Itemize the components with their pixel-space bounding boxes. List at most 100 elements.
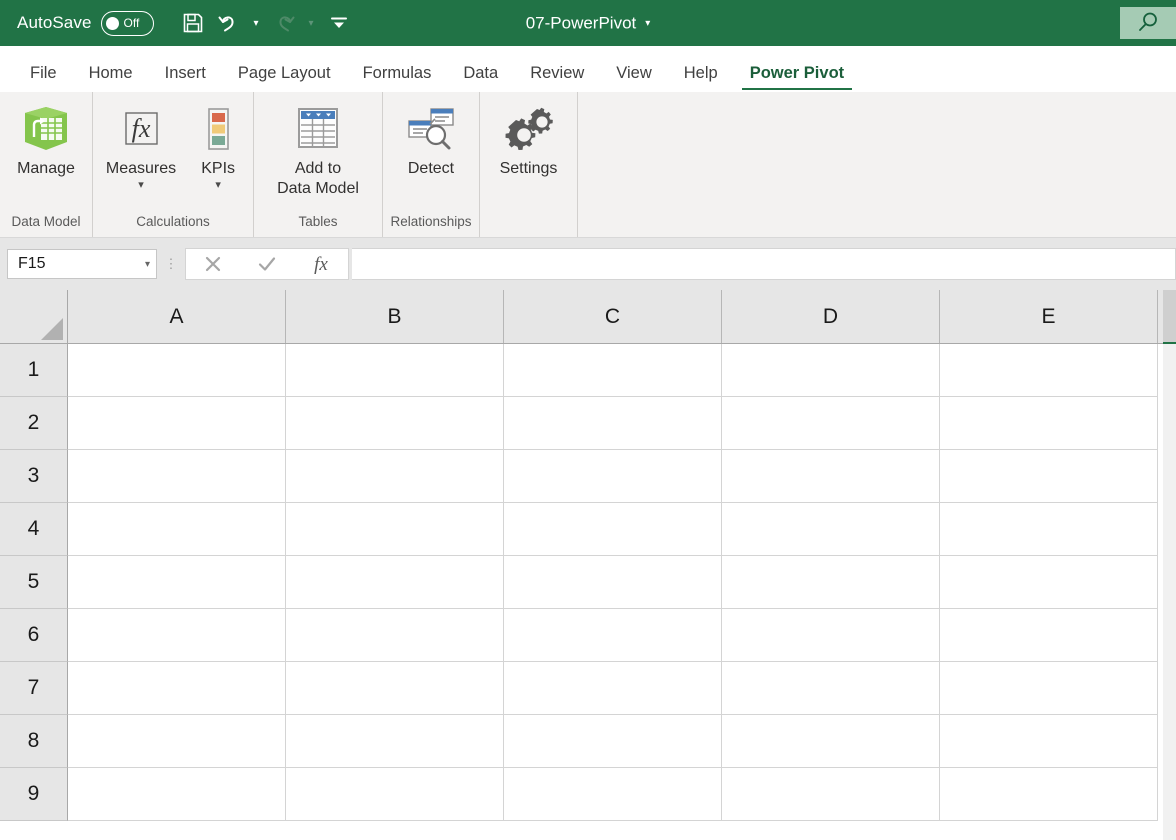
cell-a4[interactable] <box>68 503 286 556</box>
cell-a8[interactable] <box>68 715 286 768</box>
cell-e4[interactable] <box>940 503 1158 556</box>
cell-d7[interactable] <box>722 662 940 715</box>
detect-button[interactable]: Detect <box>392 101 470 179</box>
cell-a6[interactable] <box>68 609 286 662</box>
row-header-4[interactable]: 4 <box>0 503 68 556</box>
cell-c8[interactable] <box>504 715 722 768</box>
column-header-d[interactable]: D <box>722 290 940 343</box>
cell-b3[interactable] <box>286 450 504 503</box>
name-box[interactable]: F15 ▾ <box>7 249 157 279</box>
cell-d3[interactable] <box>722 450 940 503</box>
cell-d8[interactable] <box>722 715 940 768</box>
undo-dropdown-button[interactable]: ▾ <box>248 7 265 39</box>
cell-b4[interactable] <box>286 503 504 556</box>
redo-dropdown-button[interactable]: ▾ <box>303 7 320 39</box>
save-button[interactable] <box>176 6 210 40</box>
vertical-scrollbar-thumb[interactable] <box>1163 290 1176 344</box>
cell-c9[interactable] <box>504 768 722 821</box>
add-to-data-model-button[interactable]: Add to Data Model <box>267 101 369 200</box>
search-icon <box>1139 12 1157 31</box>
cell-e9[interactable] <box>940 768 1158 821</box>
cell-e3[interactable] <box>940 450 1158 503</box>
tab-help[interactable]: Help <box>668 64 734 92</box>
cell-b6[interactable] <box>286 609 504 662</box>
ribbon-group-tables: Add to Data Model Tables <box>254 92 383 237</box>
measures-dropdown-caret-icon[interactable]: ▾ <box>138 180 144 191</box>
autosave-control[interactable]: AutoSave Off <box>17 10 154 36</box>
name-box-dropdown-caret-icon[interactable]: ▾ <box>145 259 150 270</box>
row-header-8[interactable]: 8 <box>0 715 68 768</box>
cell-e1[interactable] <box>940 344 1158 397</box>
manage-button[interactable]: Manage <box>7 101 85 179</box>
cell-d6[interactable] <box>722 609 940 662</box>
tab-home[interactable]: Home <box>73 64 149 92</box>
cell-a1[interactable] <box>68 344 286 397</box>
autosave-toggle[interactable]: Off <box>100 10 154 36</box>
row-header-2[interactable]: 2 <box>0 397 68 450</box>
cell-c1[interactable] <box>504 344 722 397</box>
column-header-e[interactable]: E <box>940 290 1158 343</box>
kpis-dropdown-caret-icon[interactable]: ▾ <box>215 180 221 191</box>
cell-a7[interactable] <box>68 662 286 715</box>
row-header-1[interactable]: 1 <box>0 344 68 397</box>
cell-c2[interactable] <box>504 397 722 450</box>
tab-view[interactable]: View <box>600 64 667 92</box>
cell-e6[interactable] <box>940 609 1158 662</box>
insert-function-button[interactable]: fx <box>294 249 348 279</box>
tab-page-layout[interactable]: Page Layout <box>222 64 347 92</box>
cancel-entry-button[interactable] <box>186 249 240 279</box>
cell-d4[interactable] <box>722 503 940 556</box>
document-title-caret-icon[interactable]: ▾ <box>645 18 650 29</box>
cell-d1[interactable] <box>722 344 940 397</box>
cell-d9[interactable] <box>722 768 940 821</box>
cell-d5[interactable] <box>722 556 940 609</box>
row-header-7[interactable]: 7 <box>0 662 68 715</box>
tab-data[interactable]: Data <box>447 64 514 92</box>
confirm-entry-button[interactable] <box>240 249 294 279</box>
cell-c7[interactable] <box>504 662 722 715</box>
search-box[interactable] <box>1120 7 1176 39</box>
column-header-b[interactable]: B <box>286 290 504 343</box>
formula-bar-drag-handle[interactable]: ⋮ <box>157 257 185 270</box>
cell-b7[interactable] <box>286 662 504 715</box>
row-header-3[interactable]: 3 <box>0 450 68 503</box>
cell-e7[interactable] <box>940 662 1158 715</box>
cell-a2[interactable] <box>68 397 286 450</box>
ribbon-group-label-tables: Tables <box>298 214 338 229</box>
kpis-button[interactable]: KPIs ▾ <box>186 101 250 191</box>
measures-button[interactable]: fx Measures ▾ <box>96 101 186 191</box>
select-all-button[interactable] <box>0 290 68 343</box>
tab-insert[interactable]: Insert <box>149 64 222 92</box>
cell-a5[interactable] <box>68 556 286 609</box>
cell-e8[interactable] <box>940 715 1158 768</box>
cell-d2[interactable] <box>722 397 940 450</box>
row-header-5[interactable]: 5 <box>0 556 68 609</box>
tab-power-pivot[interactable]: Power Pivot <box>734 64 860 92</box>
cell-c5[interactable] <box>504 556 722 609</box>
tab-formulas[interactable]: Formulas <box>347 64 448 92</box>
cell-e2[interactable] <box>940 397 1158 450</box>
cell-c3[interactable] <box>504 450 722 503</box>
tab-file[interactable]: File <box>14 64 73 92</box>
cell-b2[interactable] <box>286 397 504 450</box>
redo-button[interactable] <box>267 6 301 40</box>
cell-b8[interactable] <box>286 715 504 768</box>
cell-e5[interactable] <box>940 556 1158 609</box>
tab-review[interactable]: Review <box>514 64 600 92</box>
cell-b5[interactable] <box>286 556 504 609</box>
row-header-6[interactable]: 6 <box>0 609 68 662</box>
formula-input[interactable] <box>352 248 1176 280</box>
cell-b1[interactable] <box>286 344 504 397</box>
settings-button[interactable]: Settings <box>490 101 568 179</box>
vertical-scrollbar[interactable] <box>1163 290 1176 840</box>
cell-a9[interactable] <box>68 768 286 821</box>
cell-c6[interactable] <box>504 609 722 662</box>
cell-b9[interactable] <box>286 768 504 821</box>
column-header-a[interactable]: A <box>68 290 286 343</box>
cell-a3[interactable] <box>68 450 286 503</box>
customize-quick-access-toolbar-button[interactable] <box>322 6 356 40</box>
cell-c4[interactable] <box>504 503 722 556</box>
row-header-9[interactable]: 9 <box>0 768 68 821</box>
undo-button[interactable] <box>212 6 246 40</box>
column-header-c[interactable]: C <box>504 290 722 343</box>
